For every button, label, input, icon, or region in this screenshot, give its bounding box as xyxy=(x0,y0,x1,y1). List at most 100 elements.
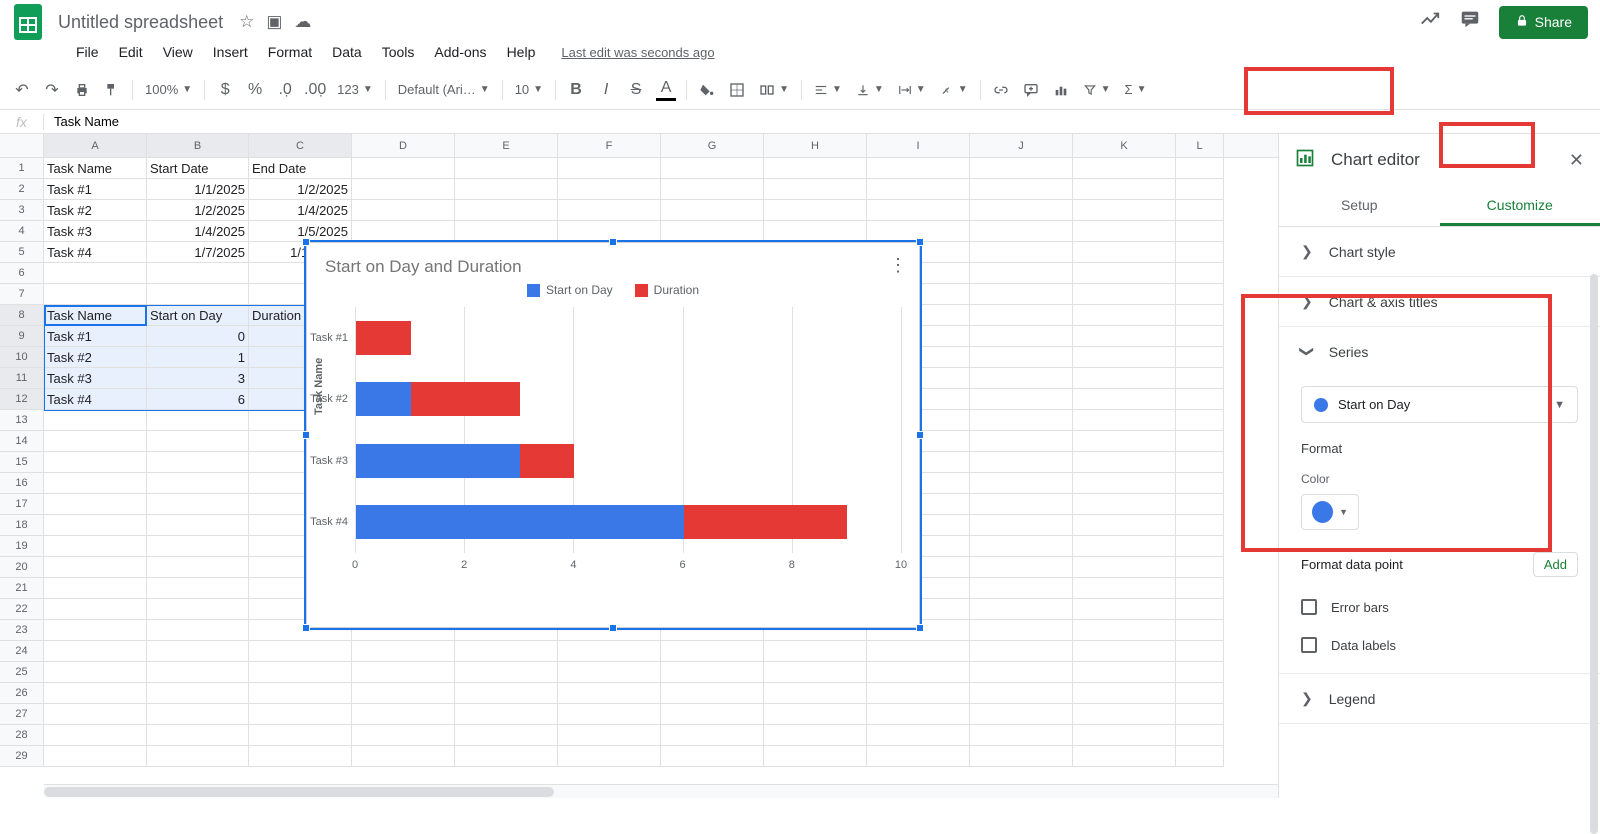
row-header[interactable]: 28 xyxy=(0,725,44,746)
sheets-logo[interactable] xyxy=(8,2,48,42)
cell[interactable] xyxy=(1176,221,1224,242)
cell[interactable] xyxy=(1176,305,1224,326)
menu-file[interactable]: File xyxy=(68,40,107,64)
cell[interactable] xyxy=(147,515,249,536)
cell[interactable] xyxy=(661,746,764,767)
cell[interactable] xyxy=(1073,641,1176,662)
cell[interactable] xyxy=(764,683,867,704)
cell[interactable] xyxy=(147,557,249,578)
cell[interactable] xyxy=(44,284,147,305)
cell[interactable] xyxy=(764,641,867,662)
cell[interactable]: 6 xyxy=(147,389,249,410)
cell[interactable] xyxy=(1073,305,1176,326)
cell[interactable] xyxy=(970,179,1073,200)
cell[interactable] xyxy=(1176,410,1224,431)
cell[interactable] xyxy=(352,725,455,746)
cell[interactable] xyxy=(44,578,147,599)
cell[interactable] xyxy=(661,725,764,746)
cell[interactable] xyxy=(1073,284,1176,305)
cell[interactable] xyxy=(44,704,147,725)
chart-button[interactable] xyxy=(1047,76,1075,104)
redo-button[interactable]: ↷ xyxy=(38,76,66,104)
cell[interactable] xyxy=(44,515,147,536)
cell[interactable] xyxy=(44,599,147,620)
cell[interactable] xyxy=(44,641,147,662)
cell[interactable] xyxy=(970,347,1073,368)
error-bars-checkbox[interactable]: Error bars xyxy=(1301,599,1578,615)
cell[interactable]: Task #4 xyxy=(44,389,147,410)
cell[interactable] xyxy=(147,641,249,662)
row-header[interactable]: 14 xyxy=(0,431,44,452)
cell[interactable] xyxy=(455,221,558,242)
sheet-area[interactable]: ABCDEFGHIJKL 1Task NameStart DateEnd Dat… xyxy=(0,134,1278,798)
row-header[interactable]: 21 xyxy=(0,578,44,599)
cell[interactable] xyxy=(352,683,455,704)
section-chart-style[interactable]: ❯Chart style xyxy=(1279,227,1600,276)
cell[interactable] xyxy=(44,536,147,557)
cell[interactable]: 1 xyxy=(147,347,249,368)
cell[interactable] xyxy=(970,200,1073,221)
cell[interactable] xyxy=(661,158,764,179)
cell[interactable] xyxy=(1176,431,1224,452)
currency-button[interactable]: $ xyxy=(211,76,239,104)
select-all-corner[interactable] xyxy=(0,134,44,157)
cell[interactable] xyxy=(970,704,1073,725)
cell[interactable] xyxy=(147,746,249,767)
last-edit-link[interactable]: Last edit was seconds ago xyxy=(561,45,714,60)
add-button[interactable]: Add xyxy=(1533,552,1578,577)
cell[interactable] xyxy=(970,158,1073,179)
cell[interactable] xyxy=(970,536,1073,557)
h-align-button[interactable]: ▼ xyxy=(808,79,848,101)
col-header[interactable]: C xyxy=(249,134,352,157)
cell[interactable] xyxy=(764,221,867,242)
row-header[interactable]: 19 xyxy=(0,536,44,557)
share-button[interactable]: Share xyxy=(1499,6,1588,39)
embedded-chart[interactable]: Start on Day and Duration ⋮ Start on Day… xyxy=(306,242,920,628)
cell[interactable] xyxy=(661,221,764,242)
cell[interactable] xyxy=(1176,263,1224,284)
cell[interactable] xyxy=(455,200,558,221)
cell[interactable]: End Date xyxy=(249,158,352,179)
cell[interactable]: Task #2 xyxy=(44,347,147,368)
cell[interactable] xyxy=(147,431,249,452)
cell[interactable] xyxy=(147,452,249,473)
cell[interactable] xyxy=(352,200,455,221)
row-header[interactable]: 2 xyxy=(0,179,44,200)
cell[interactable] xyxy=(1073,599,1176,620)
chart-more-icon[interactable]: ⋮ xyxy=(889,255,907,276)
cell[interactable] xyxy=(970,368,1073,389)
cell[interactable] xyxy=(1073,473,1176,494)
cell[interactable] xyxy=(764,200,867,221)
cell[interactable] xyxy=(249,662,352,683)
cell[interactable] xyxy=(44,662,147,683)
cell[interactable] xyxy=(1176,494,1224,515)
cell[interactable] xyxy=(558,725,661,746)
col-header[interactable]: J xyxy=(970,134,1073,157)
merge-button[interactable]: ▼ xyxy=(753,78,795,102)
cell[interactable] xyxy=(970,263,1073,284)
cell[interactable] xyxy=(558,158,661,179)
cell[interactable]: Start on Day xyxy=(147,305,249,326)
series-select[interactable]: Start on Day ▼ xyxy=(1301,386,1578,423)
cell[interactable] xyxy=(867,179,970,200)
row-header[interactable]: 12 xyxy=(0,389,44,410)
bold-button[interactable]: B xyxy=(562,76,590,104)
row-header[interactable]: 24 xyxy=(0,641,44,662)
rotate-button[interactable]: A▼ xyxy=(934,79,974,101)
cell[interactable] xyxy=(147,410,249,431)
row-header[interactable]: 22 xyxy=(0,599,44,620)
cell[interactable] xyxy=(558,221,661,242)
color-picker[interactable]: ▼ xyxy=(1301,494,1359,530)
cell[interactable] xyxy=(867,704,970,725)
cell[interactable] xyxy=(455,158,558,179)
cell[interactable] xyxy=(970,431,1073,452)
cell[interactable] xyxy=(1176,368,1224,389)
cell[interactable] xyxy=(558,641,661,662)
cell[interactable] xyxy=(1176,389,1224,410)
cell[interactable] xyxy=(1073,221,1176,242)
cell[interactable] xyxy=(970,473,1073,494)
cell[interactable] xyxy=(352,746,455,767)
cell[interactable] xyxy=(764,725,867,746)
col-header[interactable]: B xyxy=(147,134,249,157)
cell[interactable] xyxy=(970,620,1073,641)
